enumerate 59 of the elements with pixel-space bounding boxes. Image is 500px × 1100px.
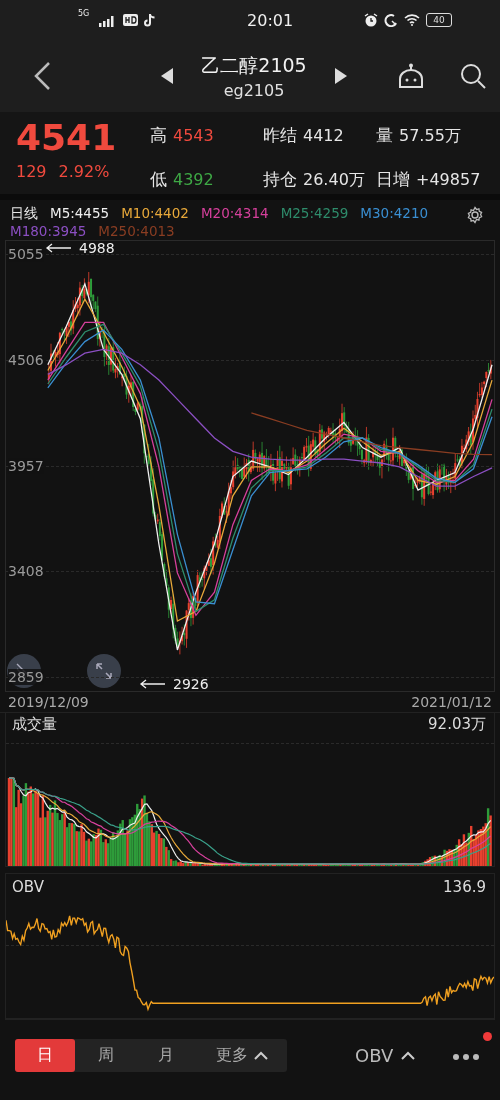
change-percent: 2.92%: [58, 162, 110, 181]
moving-average-label: M250:4013: [98, 222, 175, 240]
panel-title: OBV: [12, 878, 44, 898]
stat-label: 量: [376, 124, 393, 147]
moving-average-label: M30:4210: [360, 204, 429, 222]
last-price: 4541: [16, 118, 118, 158]
arrow-icon: [139, 679, 165, 689]
settings-icon[interactable]: [466, 206, 484, 224]
end-date: 2021/01/12: [411, 694, 492, 710]
stat-value: 57.55万: [399, 126, 461, 147]
price-axis-label: 2859: [8, 669, 44, 686]
period-tab[interactable]: 周: [75, 1038, 136, 1072]
volume-max: 92.03万: [428, 715, 486, 735]
obv-value: 136.9: [443, 878, 486, 898]
hd-icon: [123, 14, 139, 26]
next-icon[interactable]: [334, 68, 347, 84]
period-label: 日线: [10, 204, 38, 222]
arrow-icon: [45, 243, 71, 253]
moving-average-label: M5:4455: [50, 204, 110, 222]
battery-level: 40: [426, 13, 452, 27]
moving-average-label: M10:4402: [121, 204, 189, 222]
stat-value: +49857: [416, 170, 481, 189]
panel-title: 成交量: [12, 715, 57, 735]
music-note-icon: [144, 13, 157, 27]
stat-label: 昨结: [263, 124, 297, 147]
period-tab[interactable]: 月: [135, 1038, 197, 1072]
back-icon[interactable]: [32, 61, 52, 91]
alarm-icon: [364, 13, 378, 27]
moving-average-label: M25:4259: [280, 204, 349, 222]
price-change: 129: [16, 162, 47, 181]
period-tab[interactable]: 日: [15, 1038, 76, 1072]
moving-average-label: M180:3945: [10, 222, 87, 240]
moving-average-label: M20:4314: [200, 204, 269, 222]
more-icon[interactable]: [452, 1052, 480, 1061]
low-marker: 2926: [173, 676, 209, 692]
stat-value: 4543: [173, 126, 214, 145]
stat-label: 低: [150, 168, 167, 191]
stat-value: 4392: [173, 170, 214, 189]
contract-code: eg2105: [223, 80, 285, 100]
chevron-up-icon: [401, 1050, 416, 1060]
indicator-selector[interactable]: OBV: [355, 1044, 416, 1066]
wifi-icon: [404, 14, 420, 26]
period-tab[interactable]: 更多: [196, 1038, 287, 1072]
high-marker: 4988: [79, 240, 115, 256]
stat-value: 26.40万: [303, 170, 365, 191]
stat-value: 4412: [303, 126, 344, 145]
expand-button[interactable]: [87, 654, 121, 688]
previous-icon[interactable]: [161, 68, 174, 84]
start-date: 2019/12/09: [8, 694, 89, 710]
contract-title: 乙二醇2105: [201, 52, 307, 78]
clock-time: 20:01: [247, 10, 294, 30]
expand-icon: [95, 662, 113, 680]
robot-icon[interactable]: [396, 63, 426, 89]
stat-label: 持仓: [263, 168, 297, 191]
chevron-up-icon: [253, 1050, 268, 1060]
stat-label: 日增: [376, 168, 410, 191]
search-icon[interactable]: [460, 63, 486, 89]
stat-label: 高: [150, 124, 167, 147]
network-type: 5G: [78, 9, 90, 18]
